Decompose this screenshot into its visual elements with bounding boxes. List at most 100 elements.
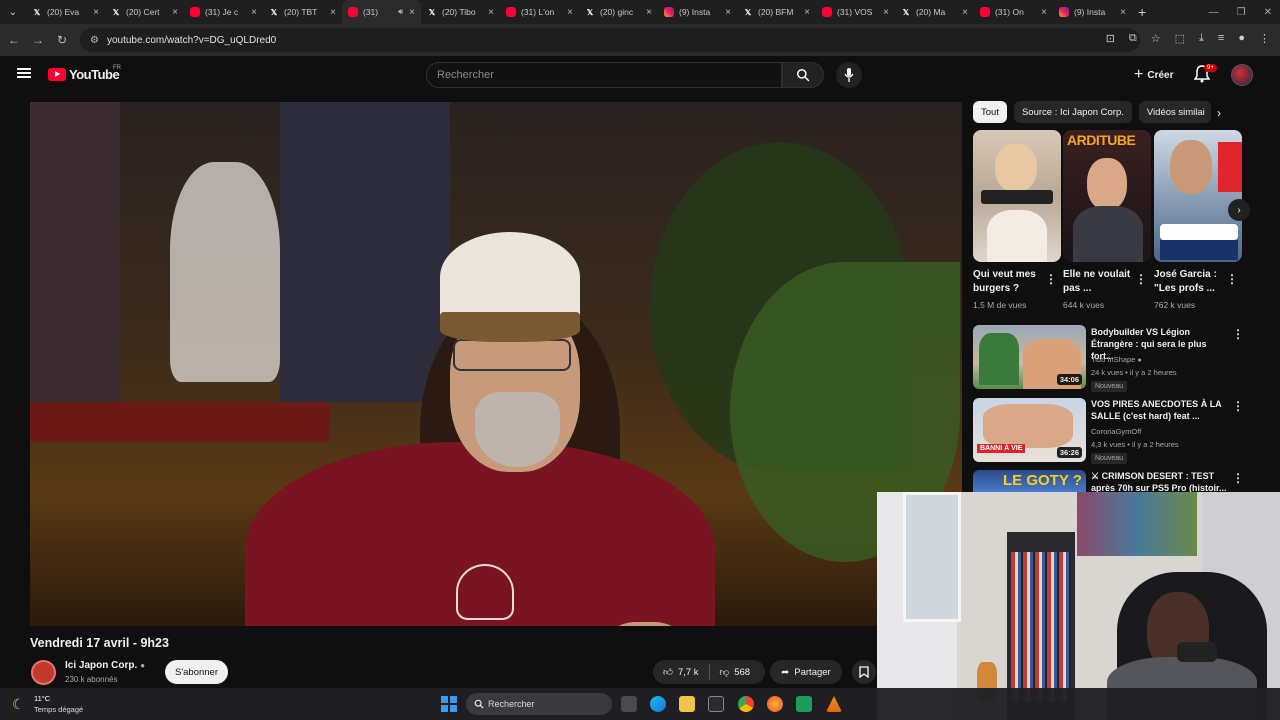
forward-icon[interactable]: → (26, 33, 50, 47)
rec-3-more-icon[interactable]: ⋮ (1232, 471, 1244, 485)
rec-1-more-icon[interactable]: ⋮ (1232, 327, 1244, 341)
rec-2-more-icon[interactable]: ⋮ (1232, 399, 1244, 413)
chips-next-chevron-icon[interactable]: › (1217, 106, 1221, 120)
cast-icon[interactable]: ⧉ (1129, 32, 1137, 45)
weather-description[interactable]: Temps dégagé (34, 705, 83, 714)
vlc-icon[interactable] (826, 696, 842, 712)
tab-close-icon[interactable]: × (172, 7, 178, 18)
browser-tab[interactable]: 𝕏 (20) Eva × (26, 0, 105, 24)
channel-name-row[interactable]: Ici Japon Corp. ● (65, 660, 145, 671)
short-3-more-icon[interactable]: ⋮ (1226, 272, 1238, 286)
minimize-icon[interactable]: — (1209, 7, 1219, 18)
chrome-icon[interactable] (738, 696, 754, 712)
new-tab-icon[interactable]: + (1138, 4, 1146, 20)
chip-source[interactable]: Source : Ici Japon Corp. (1013, 101, 1132, 123)
subscribe-button[interactable]: S'abonner (165, 660, 228, 684)
browser-tab[interactable]: (31) VOS × (816, 0, 895, 24)
moon-weather-icon[interactable]: ☾ (12, 696, 25, 713)
short-title-2[interactable]: Elle ne voulait pas ... (1063, 268, 1137, 296)
tab-close-icon[interactable]: × (330, 7, 336, 18)
chip-all[interactable]: Tout (973, 101, 1007, 123)
short-1-more-icon[interactable]: ⋮ (1045, 272, 1057, 286)
short-title-1[interactable]: Qui veut mes burgers ? (973, 268, 1047, 296)
site-info-icon[interactable]: ⚙ (90, 35, 99, 46)
tab-audio-icon[interactable]: 🔊︎ (398, 7, 403, 17)
rec-title-2[interactable]: VOS PIRES ANECDOTES À LA SALLE (c'est ha… (1091, 398, 1231, 422)
rec-thumbnail-2[interactable]: BANNI À VIE 36:26 (973, 398, 1086, 462)
browser-tab[interactable]: (31) On × (974, 0, 1053, 24)
profile-icon[interactable]: ● (1238, 32, 1245, 45)
rec-channel-2[interactable]: CoronaGymOff (1091, 427, 1141, 436)
tab-close-icon[interactable]: × (93, 7, 99, 18)
share-button[interactable]: ➦ Partager (770, 660, 842, 684)
voice-search-button[interactable] (836, 62, 862, 88)
tab-close-icon[interactable]: × (488, 7, 494, 18)
edge-icon[interactable] (650, 696, 666, 712)
dislike-button[interactable]: 👎︎ 568 (710, 660, 761, 684)
media-control-icon[interactable]: ≡ (1218, 32, 1224, 45)
store-icon[interactable] (708, 696, 724, 712)
chip-similar[interactable]: Vidéos similai (1138, 101, 1211, 123)
rec-thumbnail-3[interactable]: LE GOTY ? (973, 470, 1086, 492)
xbox-app-icon[interactable] (796, 696, 812, 712)
tab-search-icon[interactable]: ⌄ (0, 0, 26, 24)
reload-icon[interactable]: ↻ (50, 33, 74, 47)
back-icon[interactable]: ← (2, 33, 26, 47)
tab-close-icon[interactable]: × (409, 7, 415, 18)
windows-start-icon[interactable] (441, 696, 457, 712)
browser-tab[interactable]: 𝕏 (20) Tibo × (421, 0, 500, 24)
tab-close-icon[interactable]: × (646, 7, 652, 18)
tab-close-icon[interactable]: × (962, 7, 968, 18)
short-2-more-icon[interactable]: ⋮ (1135, 272, 1147, 286)
tab-close-icon[interactable]: × (883, 7, 889, 18)
hamburger-menu-icon[interactable] (17, 68, 31, 78)
browser-tab[interactable]: 𝕏 (20) Ma × (895, 0, 974, 24)
account-avatar[interactable] (1231, 64, 1253, 86)
tab-close-icon[interactable]: × (725, 7, 731, 18)
extensions-icon[interactable]: ⬚ (1175, 32, 1185, 45)
video-player[interactable] (30, 102, 962, 626)
youtube-logo[interactable]: YouTube FR (48, 65, 121, 82)
short-thumbnail-3[interactable] (1154, 130, 1242, 262)
tab-close-icon[interactable]: × (1041, 7, 1047, 18)
search-input[interactable]: Rechercher (426, 62, 782, 88)
tab-close-icon[interactable]: × (1120, 7, 1126, 18)
taskbar-search-box[interactable]: Rechercher (466, 693, 612, 715)
weather-temperature[interactable]: 11°C (34, 694, 50, 703)
create-button[interactable]: + Créer (1126, 62, 1182, 88)
bookmark-star-icon[interactable]: ☆ (1151, 32, 1161, 45)
rec-channel-1[interactable]: Tibo InShape ● (1091, 355, 1142, 364)
rec-thumbnail-1[interactable]: 34:06 (973, 325, 1086, 389)
menu-dots-icon[interactable]: ⋮ (1259, 32, 1270, 45)
firefox-icon[interactable] (767, 696, 783, 712)
search-button[interactable] (782, 62, 824, 88)
rec-title-3[interactable]: ⚔ CRIMSON DESERT : TEST après 70h sur PS… (1091, 470, 1231, 492)
file-explorer-icon[interactable] (679, 696, 695, 712)
channel-name[interactable]: Ici Japon Corp. (65, 660, 137, 671)
tab-close-icon[interactable]: × (804, 7, 810, 18)
download-icon[interactable]: ⤓ (1199, 32, 1204, 45)
browser-tab[interactable]: (9) Insta × (658, 0, 737, 24)
short-title-3[interactable]: José Garcia : "Les profs ... (1154, 268, 1228, 296)
channel-avatar[interactable] (31, 660, 56, 685)
short-thumbnail-1[interactable] (973, 130, 1061, 262)
browser-tab[interactable]: 𝕏 (20) ginc × (579, 0, 658, 24)
browser-tab[interactable]: (31) L'on × (500, 0, 579, 24)
short-thumbnail-2[interactable]: ARDITUBE (1063, 130, 1151, 262)
task-view-icon[interactable] (621, 696, 637, 712)
shorts-next-chevron-icon[interactable]: › (1228, 199, 1250, 221)
like-button[interactable]: 👍︎ 7,7 k (653, 660, 709, 684)
url-bar[interactable]: ⚙ youtube.com/watch?v=DG_uQLDred0 (80, 28, 1140, 52)
browser-tab[interactable]: 𝕏 (20) TBT × (263, 0, 342, 24)
close-window-icon[interactable]: ✕ (1264, 7, 1272, 18)
tab-close-icon[interactable]: × (567, 7, 573, 18)
browser-tab[interactable]: (31) 🔊︎ × (342, 0, 421, 24)
maximize-icon[interactable]: ❐ (1237, 7, 1246, 18)
tab-close-icon[interactable]: × (251, 7, 257, 18)
browser-tab[interactable]: (9) Insta × (1053, 0, 1132, 24)
browser-tab[interactable]: 𝕏 (20) BFM × (737, 0, 816, 24)
save-to-playlist-button[interactable] (852, 660, 876, 684)
browser-tab[interactable]: 𝕏 (20) Cert × (105, 0, 184, 24)
install-icon[interactable]: ⊡ (1106, 32, 1115, 45)
browser-tab[interactable]: (31) Je c × (184, 0, 263, 24)
